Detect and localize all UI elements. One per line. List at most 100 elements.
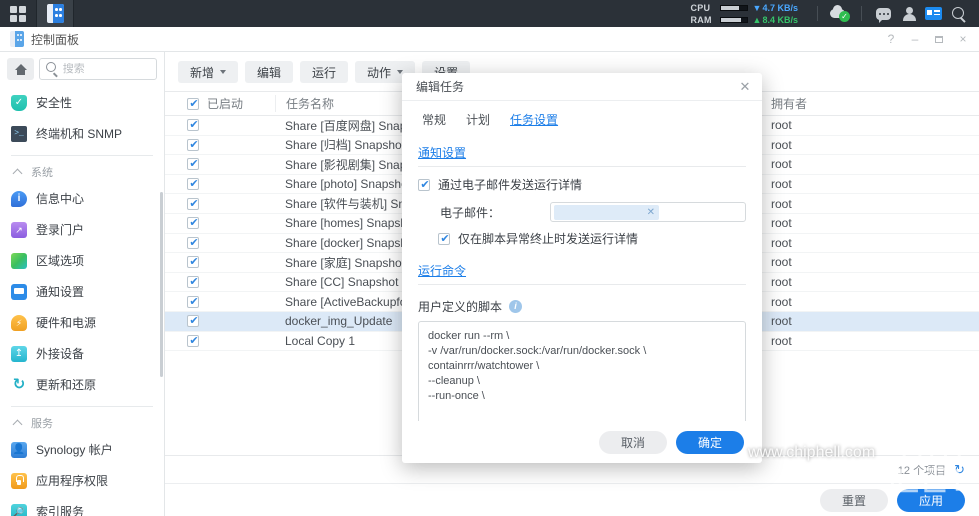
cloud-sync-icon[interactable]: ✓ (827, 0, 852, 27)
row-checkbox[interactable] (187, 295, 200, 308)
taskbar: CPU ▼ 4.7 KB/s RAM ▲ 8.4 KB/s ✓ (0, 0, 979, 27)
close-icon[interactable]: ✕ (647, 207, 655, 218)
send-email-checkbox[interactable] (418, 178, 431, 191)
row-checkbox[interactable] (187, 256, 200, 269)
row-checkbox[interactable] (187, 158, 200, 171)
sidebar-item-5[interactable]: 区域选项 (0, 245, 164, 276)
divider-2 (418, 284, 746, 285)
apply-button[interactable]: 应用 (896, 488, 965, 512)
cancel-button[interactable]: 取消 (598, 430, 667, 454)
abnormal-only-row[interactable]: 仅在脚本异常终止时发送运行详情 (418, 230, 746, 247)
refresh-icon[interactable]: ↻ (954, 462, 965, 478)
row-enabled[interactable] (165, 119, 275, 132)
row-enabled[interactable] (165, 334, 275, 347)
help-button[interactable]: ? (879, 27, 903, 51)
taskbar-item-control-panel[interactable] (37, 0, 74, 27)
script-label: 用户定义的脚本 (418, 300, 503, 314)
info-icon[interactable]: i (509, 300, 523, 313)
search-input[interactable] (62, 63, 150, 75)
resource-monitor[interactable]: CPU ▼ 4.7 KB/s RAM ▲ 8.4 KB/s (691, 3, 808, 25)
select-all-checkbox[interactable] (187, 97, 200, 110)
user-icon[interactable] (896, 0, 921, 27)
reset-button[interactable]: 重置 (819, 488, 888, 512)
row-enabled[interactable] (165, 236, 275, 249)
sidebar-item-12[interactable]: 应用程序权限 (0, 465, 164, 496)
sidebar-item-6[interactable]: 通知设置 (0, 276, 164, 307)
sidebar-group-2[interactable]: 系统 (0, 161, 164, 183)
row-owner: root (760, 196, 910, 211)
home-button[interactable] (7, 58, 34, 80)
sidebar-item-13[interactable]: 索引服务 (0, 496, 164, 516)
chat-icon[interactable] (871, 0, 896, 27)
search-icon[interactable] (946, 0, 971, 27)
row-enabled[interactable] (165, 197, 275, 210)
sidebar: 安全性终端机和 SNMP 系统信息中心登录门户区域选项通知设置硬件和电源外接设备更… (0, 52, 165, 516)
sidebar-group-10[interactable]: 服务 (0, 412, 164, 434)
row-checkbox[interactable] (187, 178, 200, 191)
shield-icon (11, 94, 27, 111)
sidebar-item-11[interactable]: Synology 帐户 (0, 434, 164, 465)
row-enabled[interactable] (165, 256, 275, 269)
row-checkbox[interactable] (187, 334, 200, 347)
row-enabled[interactable] (165, 217, 275, 230)
app-launcher-button[interactable] (0, 0, 37, 27)
dialog-tab-0[interactable]: 常规 (416, 107, 456, 136)
toolbar-button-1[interactable]: 编辑 (245, 61, 294, 83)
toolbar-button-2[interactable]: 运行 (300, 61, 349, 83)
header-enabled[interactable]: 已启动 (165, 95, 275, 112)
sidebar-item-1[interactable]: 终端机和 SNMP (0, 118, 164, 149)
sidebar-item-9[interactable]: 更新和还原 (0, 369, 164, 400)
control-panel-icon (10, 31, 24, 47)
row-checkbox[interactable] (187, 276, 200, 289)
row-owner: root (760, 157, 910, 172)
control-panel-icon (46, 4, 64, 23)
sidebar-item-0[interactable]: 安全性 (0, 87, 164, 118)
sidebar-item-label: 应用程序权限 (36, 474, 109, 488)
row-owner: root (760, 137, 910, 152)
confirm-button[interactable]: 确定 (675, 430, 744, 454)
email-chip[interactable]: ✕ (554, 204, 659, 220)
sidebar-item-3[interactable]: 信息中心 (0, 183, 164, 214)
toolbar-button-0[interactable]: 新增 (178, 61, 239, 83)
sidebar-item-8[interactable]: 外接设备 (0, 338, 164, 369)
sidebar-item-7[interactable]: 硬件和电源 (0, 307, 164, 338)
minimize-button[interactable]: – (903, 27, 927, 51)
row-enabled[interactable] (165, 276, 275, 289)
abnormal-only-checkbox[interactable] (438, 232, 451, 245)
ram-bar (719, 16, 748, 23)
dialog-tab-2[interactable]: 任务设置 (500, 107, 568, 136)
dialog-tab-1[interactable]: 计划 (456, 107, 500, 136)
maximize-button[interactable] (927, 27, 951, 51)
sidebar-scrollbar[interactable] (160, 192, 163, 377)
row-enabled[interactable] (165, 158, 275, 171)
row-owner: root (760, 333, 910, 348)
ram-label: RAM (690, 14, 712, 25)
header-owner[interactable]: 拥有者 (760, 95, 910, 112)
index-icon (11, 503, 27, 516)
row-enabled[interactable] (165, 295, 275, 308)
notification-icon (11, 283, 27, 300)
window-titlebar: 控制面板 ? – × (0, 27, 979, 52)
row-checkbox[interactable] (187, 138, 200, 151)
send-email-row[interactable]: 通过电子邮件发送运行详情 (418, 176, 746, 193)
row-checkbox[interactable] (187, 197, 200, 210)
search-box[interactable] (39, 58, 157, 80)
row-checkbox[interactable] (187, 217, 200, 230)
login-portal-icon (11, 221, 27, 238)
row-enabled[interactable] (165, 315, 275, 328)
row-enabled[interactable] (165, 178, 275, 191)
notifications-icon[interactable] (921, 0, 946, 27)
row-checkbox[interactable] (187, 236, 200, 249)
close-icon[interactable]: ✕ (734, 76, 756, 98)
row-checkbox[interactable] (187, 315, 200, 328)
row-enabled[interactable] (165, 138, 275, 151)
toolbar-button-label: 编辑 (257, 65, 282, 80)
script-textarea[interactable]: docker run --rm \ -v /var/run/docker.soc… (418, 321, 746, 421)
email-field[interactable]: ✕ (550, 202, 746, 222)
power-icon (11, 314, 27, 331)
close-icon[interactable]: × (951, 27, 975, 51)
row-checkbox[interactable] (187, 119, 200, 132)
sidebar-item-4[interactable]: 登录门户 (0, 214, 164, 245)
sidebar-item-label: 通知设置 (36, 285, 85, 299)
sidebar-divider (11, 406, 153, 407)
